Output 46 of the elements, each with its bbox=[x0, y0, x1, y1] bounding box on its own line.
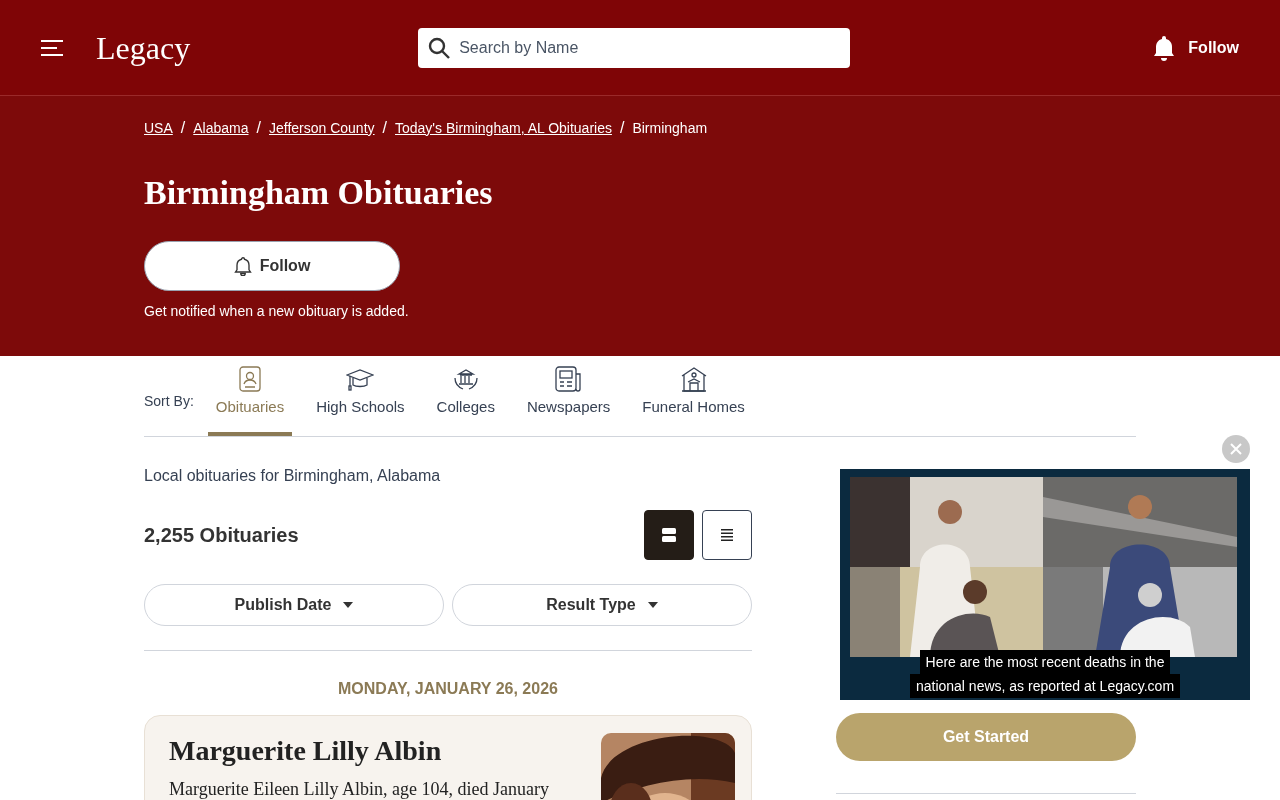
obituary-name[interactable]: Marguerite Lilly Albin bbox=[169, 733, 601, 768]
search-field[interactable]: Search by Name bbox=[418, 27, 851, 68]
sort-tab[interactable]: Newspapers bbox=[518, 365, 619, 436]
follow-note: Get notified when a new obituary is added. bbox=[144, 302, 410, 321]
breadcrumb-link[interactable]: USA bbox=[144, 117, 173, 139]
newspaper-icon bbox=[554, 365, 583, 392]
follow-button[interactable]: Follow bbox=[1152, 34, 1239, 61]
breadcrumb-separator: / bbox=[382, 118, 387, 138]
breadcrumb-link[interactable]: Alabama bbox=[193, 117, 249, 139]
date-heading: MONDAY, JANUARY 26, 2026 bbox=[337, 679, 559, 699]
follow-button[interactable]: Follow bbox=[144, 241, 400, 291]
list-view-icon bbox=[721, 529, 733, 541]
menu-icon[interactable] bbox=[41, 39, 63, 56]
page-title: Birmingham Obituaries bbox=[144, 176, 494, 210]
video-caption: Here are the most recent deaths in the bbox=[919, 650, 1171, 674]
logo[interactable]: Legacy bbox=[96, 31, 191, 64]
obituary-excerpt: Marguerite Eileen Lilly Albin, age 104, died January bbox=[169, 778, 551, 800]
video-player[interactable]: Here are the most recent deaths in the national news, as reported at Legacy.com bbox=[840, 469, 1250, 700]
card-view-icon bbox=[662, 528, 676, 542]
caret-icon bbox=[343, 602, 354, 608]
sort-tab[interactable]: Obituaries bbox=[207, 365, 293, 436]
graduation-cap-icon bbox=[346, 367, 375, 392]
video-caption: national news, as reported at Legacy.com bbox=[909, 674, 1181, 698]
id-card-icon bbox=[239, 365, 261, 392]
breadcrumb-separator: / bbox=[256, 118, 261, 138]
bell-icon bbox=[233, 256, 252, 276]
view-toggle-button[interactable] bbox=[702, 510, 752, 560]
sort-tab[interactable]: Colleges bbox=[428, 367, 503, 436]
search-icon bbox=[428, 36, 451, 59]
sort-tab[interactable]: Funeral Homes bbox=[634, 365, 753, 436]
sort-tab[interactable]: High Schools bbox=[308, 367, 413, 436]
breadcrumb-link[interactable]: Jefferson County bbox=[268, 117, 375, 139]
columns-building-icon bbox=[451, 367, 480, 392]
funeral-home-icon bbox=[679, 365, 708, 392]
breadcrumb-current: Birmingham bbox=[632, 118, 708, 138]
obituary-card[interactable]: Marguerite Lilly Albin Marguerite Eileen Lilly Albin, age 104, died January bbox=[144, 715, 752, 800]
close-icon bbox=[1230, 443, 1242, 455]
bell-icon bbox=[1152, 34, 1177, 61]
obituary-count: 2,255 Obituaries bbox=[144, 523, 299, 548]
breadcrumb-separator: / bbox=[180, 118, 186, 138]
breadcrumb-separator: / bbox=[619, 118, 625, 138]
sort-label: Sort By: bbox=[144, 392, 194, 411]
breadcrumb-link[interactable]: Today's Birmingham, AL Obituaries bbox=[395, 117, 612, 139]
caret-icon bbox=[647, 602, 658, 608]
intro-text: Local obituaries for Birmingham, Alabama bbox=[144, 466, 442, 486]
view-toggle-button[interactable] bbox=[644, 510, 694, 560]
